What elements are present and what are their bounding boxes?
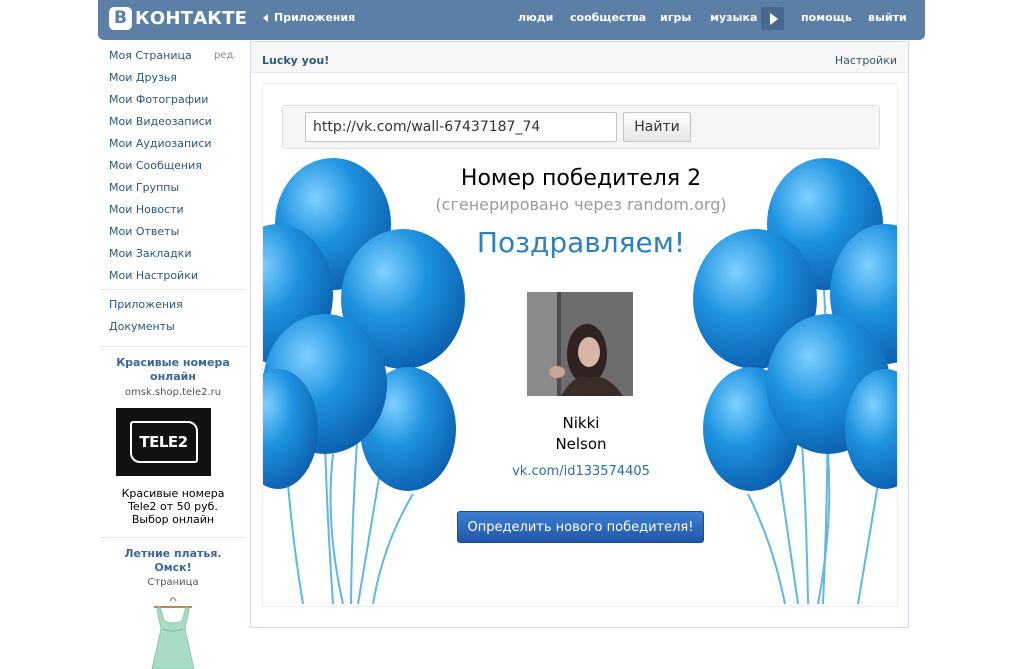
play-icon — [769, 12, 778, 25]
nav-music[interactable]: музыка — [710, 11, 757, 24]
sidebar-item-documents[interactable]: Документы — [109, 320, 175, 333]
vk-logo-mark: В — [109, 6, 132, 30]
app-settings-link[interactable]: Настройки — [835, 54, 897, 67]
play-button[interactable] — [761, 7, 784, 30]
winner-photo — [527, 292, 633, 396]
dress-image — [151, 597, 195, 669]
sidebar-item-news[interactable]: Мои Новости — [109, 203, 184, 216]
sidebar-item-my-page[interactable]: Моя Страница — [109, 49, 192, 62]
sidebar-item-audio[interactable]: Мои Аудиозаписи — [109, 137, 212, 150]
sidebar-item-answers[interactable]: Мои Ответы — [109, 225, 179, 238]
app-title[interactable]: Lucky you! — [262, 54, 329, 67]
nav-communities[interactable]: сообщества — [570, 11, 646, 24]
balloons-right — [693, 158, 897, 605]
generated-note: (сгенерировано через random.org) — [435, 195, 727, 214]
top-bar: В КОНТАКТЕ Приложения люди сообщества иг… — [98, 0, 925, 40]
ad-text: Красивые номера Tele2 от 50 руб. Выбор о… — [121, 487, 225, 526]
sidebar-divider — [100, 289, 246, 290]
nav-logout[interactable]: выйти — [868, 11, 907, 24]
back-arrow-icon — [263, 13, 268, 22]
sidebar-item-messages[interactable]: Мои Сообщения — [109, 159, 202, 172]
ad-url: omsk.shop.tele2.ru — [124, 387, 222, 398]
sidebar-edit-link[interactable]: ред. — [214, 50, 237, 61]
vk-logo[interactable]: В КОНТАКТЕ — [109, 6, 247, 30]
sidebar-item-apps[interactable]: Приложения — [109, 298, 183, 311]
sidebar-item-videos[interactable]: Мои Видеозаписи — [109, 115, 212, 128]
app-header: Lucky you! Настройки — [251, 42, 908, 73]
sidebar-item-bookmarks[interactable]: Мои Закладки — [109, 247, 191, 260]
winner-last-name: Nelson — [555, 435, 607, 453]
ad-title: Красивые номера онлайн — [116, 356, 230, 383]
balloons-left — [263, 158, 465, 605]
winner-first-name: Nikki — [562, 414, 600, 432]
sidebar-item-friends[interactable]: Мои Друзья — [109, 71, 177, 84]
sidebar-divider — [100, 537, 246, 538]
tele2-logo-text: TELE2 — [129, 421, 198, 463]
sidebar-item-settings[interactable]: Мои Настройки — [109, 269, 198, 282]
sidebar-item-photos[interactable]: Мои Фотографии — [109, 93, 208, 106]
winner-avatar[interactable] — [527, 292, 633, 396]
nav-games[interactable]: игры — [660, 11, 691, 24]
nav-help[interactable]: помощь — [801, 11, 852, 24]
apps-link-label: Приложения — [274, 11, 356, 24]
ad-subtitle: Страница — [147, 577, 199, 588]
search-bar: Найти — [282, 105, 880, 149]
new-winner-button[interactable]: Определить нового победителя! — [457, 511, 704, 543]
sidebar-item-groups[interactable]: Мои Группы — [109, 181, 179, 194]
find-button[interactable]: Найти — [623, 112, 691, 142]
nav-people[interactable]: люди — [518, 11, 553, 24]
sidebar-divider — [100, 346, 246, 347]
winner-heading: Номер победителя 2 — [460, 166, 702, 191]
apps-link[interactable]: Приложения — [263, 11, 355, 24]
app-frame: Найти Номер победителя 2 (сгенерировано … — [262, 83, 898, 607]
post-url-input[interactable] — [305, 112, 617, 142]
ad-title: Летние платья. Омск! — [124, 547, 222, 574]
congrats-text: Поздравляем! — [476, 226, 686, 259]
tele2-logo: TELE2 — [116, 408, 211, 476]
winner-profile-link[interactable]: vk.com/id133574405 — [263, 464, 897, 479]
app-container: Lucky you! Настройки http://vk.com/wall-… — [250, 41, 909, 628]
vk-logo-text: КОНТАКТЕ — [135, 7, 248, 29]
